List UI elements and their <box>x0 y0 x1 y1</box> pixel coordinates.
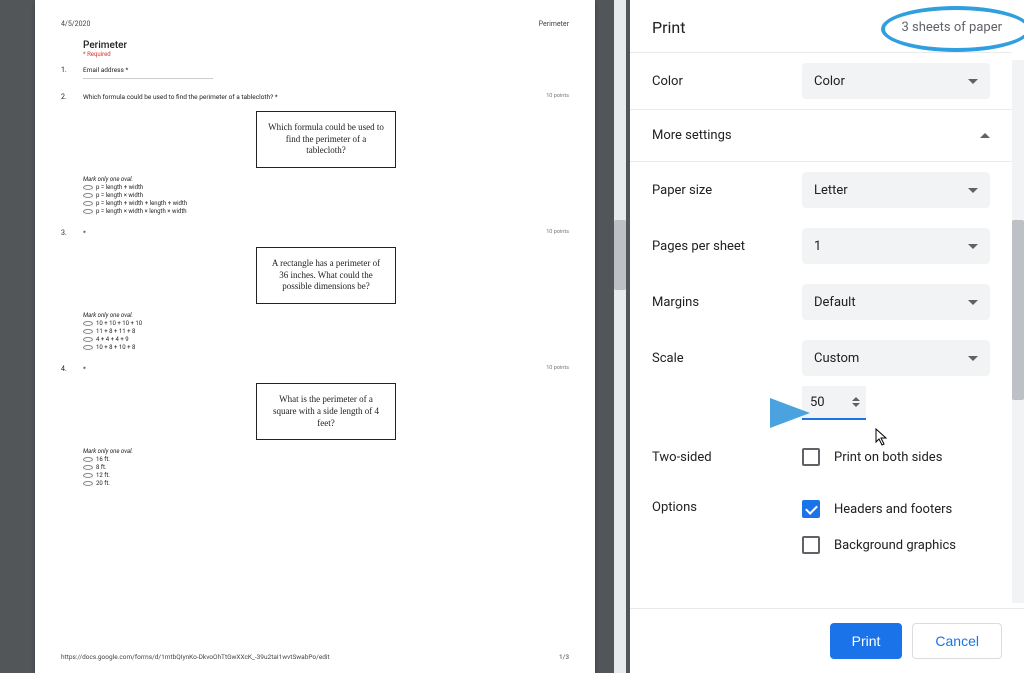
q2-opt-2: p = length + width + length + width <box>83 200 569 207</box>
color-label: Color <box>652 74 802 89</box>
q1-text: Email address * <box>83 66 569 74</box>
panel-scrollbar[interactable] <box>1012 60 1024 603</box>
scale-custom-input[interactable]: 50 <box>802 386 866 420</box>
q2-text: Which formula could be used to find the … <box>83 93 569 101</box>
q3-opt-2: 4 + 4 + 4 + 9 <box>83 336 569 343</box>
scale-row: Scale Custom <box>630 330 1012 386</box>
panel-header: Print 3 sheets of paper <box>630 0 1024 51</box>
q2-mark: Mark only one oval. <box>83 176 569 183</box>
options-row: Options Headers and footers Background g… <box>630 484 1012 570</box>
preview-doc-title: Perimeter <box>539 20 569 28</box>
q4-opt-1: 8 ft. <box>83 464 569 471</box>
q2-card: Which formula could be used to find the … <box>256 111 396 168</box>
q4-text: * <box>83 365 569 373</box>
form-title: Perimeter <box>83 40 569 51</box>
q3-opt-3: 10 + 8 + 10 + 8 <box>83 344 569 351</box>
paper-size-select[interactable]: Letter <box>802 172 990 208</box>
q4-opt-3: 20 ft. <box>83 480 569 487</box>
q2-opt-3: p = length × width × length × width <box>83 208 569 215</box>
two-sided-label: Two-sided <box>652 450 802 465</box>
pages-per-sheet-row: Pages per sheet 1 <box>630 218 1012 274</box>
chevron-down-icon <box>968 188 978 193</box>
footer-page: 1/3 <box>559 653 569 661</box>
more-settings-toggle[interactable]: More settings <box>630 109 1012 161</box>
color-row: Color Color <box>630 52 1012 109</box>
two-sided-check-label: Print on both sides <box>834 450 942 465</box>
background-graphics-checkbox[interactable] <box>802 536 820 554</box>
q3-num: 3. <box>61 229 83 351</box>
preview-scrollbar[interactable] <box>614 0 626 673</box>
q4-card: What is the perimeter of a square with a… <box>256 383 396 440</box>
panel-title: Print <box>652 18 685 37</box>
preview-date: 4/5/2020 <box>61 20 90 28</box>
background-graphics-label: Background graphics <box>834 538 956 553</box>
q1-num: 1. <box>61 66 83 79</box>
q4-opt-0: 16 ft. <box>83 456 569 463</box>
pps-label: Pages per sheet <box>652 239 802 254</box>
q4-opt-2: 12 ft. <box>83 472 569 479</box>
footer-url: https://docs.google.com/forms/d/1mtbQIyn… <box>61 653 330 661</box>
print-button[interactable]: Print <box>830 623 903 659</box>
chevron-up-icon <box>980 133 990 138</box>
q2-points: 10 points <box>546 93 569 99</box>
cancel-button[interactable]: Cancel <box>912 623 1002 659</box>
two-sided-row: Two-sided Print on both sides <box>630 430 1012 484</box>
q3-text: * <box>83 229 569 237</box>
q4-points: 10 points <box>546 365 569 371</box>
q2-opt-1: p = length × width <box>83 192 569 199</box>
margins-row: Margins Default <box>630 274 1012 330</box>
panel-scroll-thumb[interactable] <box>1012 220 1024 400</box>
sheets-of-paper: 3 sheets of paper <box>901 20 1002 35</box>
margins-select[interactable]: Default <box>802 284 990 320</box>
chevron-down-icon <box>968 79 978 84</box>
preview-scroll-thumb[interactable] <box>614 220 626 290</box>
pps-select[interactable]: 1 <box>802 228 990 264</box>
spin-down-icon[interactable] <box>852 403 860 407</box>
panel-footer: Print Cancel <box>630 608 1024 673</box>
required-note: * Required <box>83 51 569 58</box>
q3-points: 10 points <box>546 229 569 235</box>
q3-opt-0: 10 + 10 + 10 + 10 <box>83 320 569 327</box>
chevron-down-icon <box>968 300 978 305</box>
chevron-down-icon <box>968 244 978 249</box>
margins-label: Margins <box>652 295 802 310</box>
two-sided-checkbox[interactable] <box>802 448 820 466</box>
scale-custom-row: 50 <box>630 386 1012 430</box>
q3-opt-1: 11 + 8 + 11 + 8 <box>83 328 569 335</box>
q3-mark: Mark only one oval. <box>83 312 569 319</box>
headers-footers-checkbox[interactable] <box>802 500 820 518</box>
options-label: Options <box>652 500 802 515</box>
scale-select[interactable]: Custom <box>802 340 990 376</box>
headers-footers-label: Headers and footers <box>834 502 952 517</box>
q1-input-line <box>83 78 213 79</box>
chevron-down-icon <box>968 356 978 361</box>
q3-card: A rectangle has a perimeter of 36 inches… <box>256 247 396 304</box>
scale-label: Scale <box>652 351 802 366</box>
q2-opt-0: p = length + width <box>83 184 569 191</box>
q4-mark: Mark only one oval. <box>83 448 569 455</box>
paper-size-label: Paper size <box>652 183 802 198</box>
panel-body: Color Color More settings Paper size Let… <box>630 51 1024 608</box>
color-select[interactable]: Color <box>802 63 990 99</box>
q4-num: 4. <box>61 365 83 487</box>
preview-page-1: 4/5/2020 Perimeter Perimeter * Required … <box>35 0 595 673</box>
spin-up-icon[interactable] <box>852 397 860 401</box>
paper-size-row: Paper size Letter <box>630 161 1012 218</box>
print-preview-pane: 4/5/2020 Perimeter Perimeter * Required … <box>0 0 630 673</box>
print-panel: Print 3 sheets of paper Color Color More… <box>630 0 1024 673</box>
q2-num: 2. <box>61 93 83 215</box>
